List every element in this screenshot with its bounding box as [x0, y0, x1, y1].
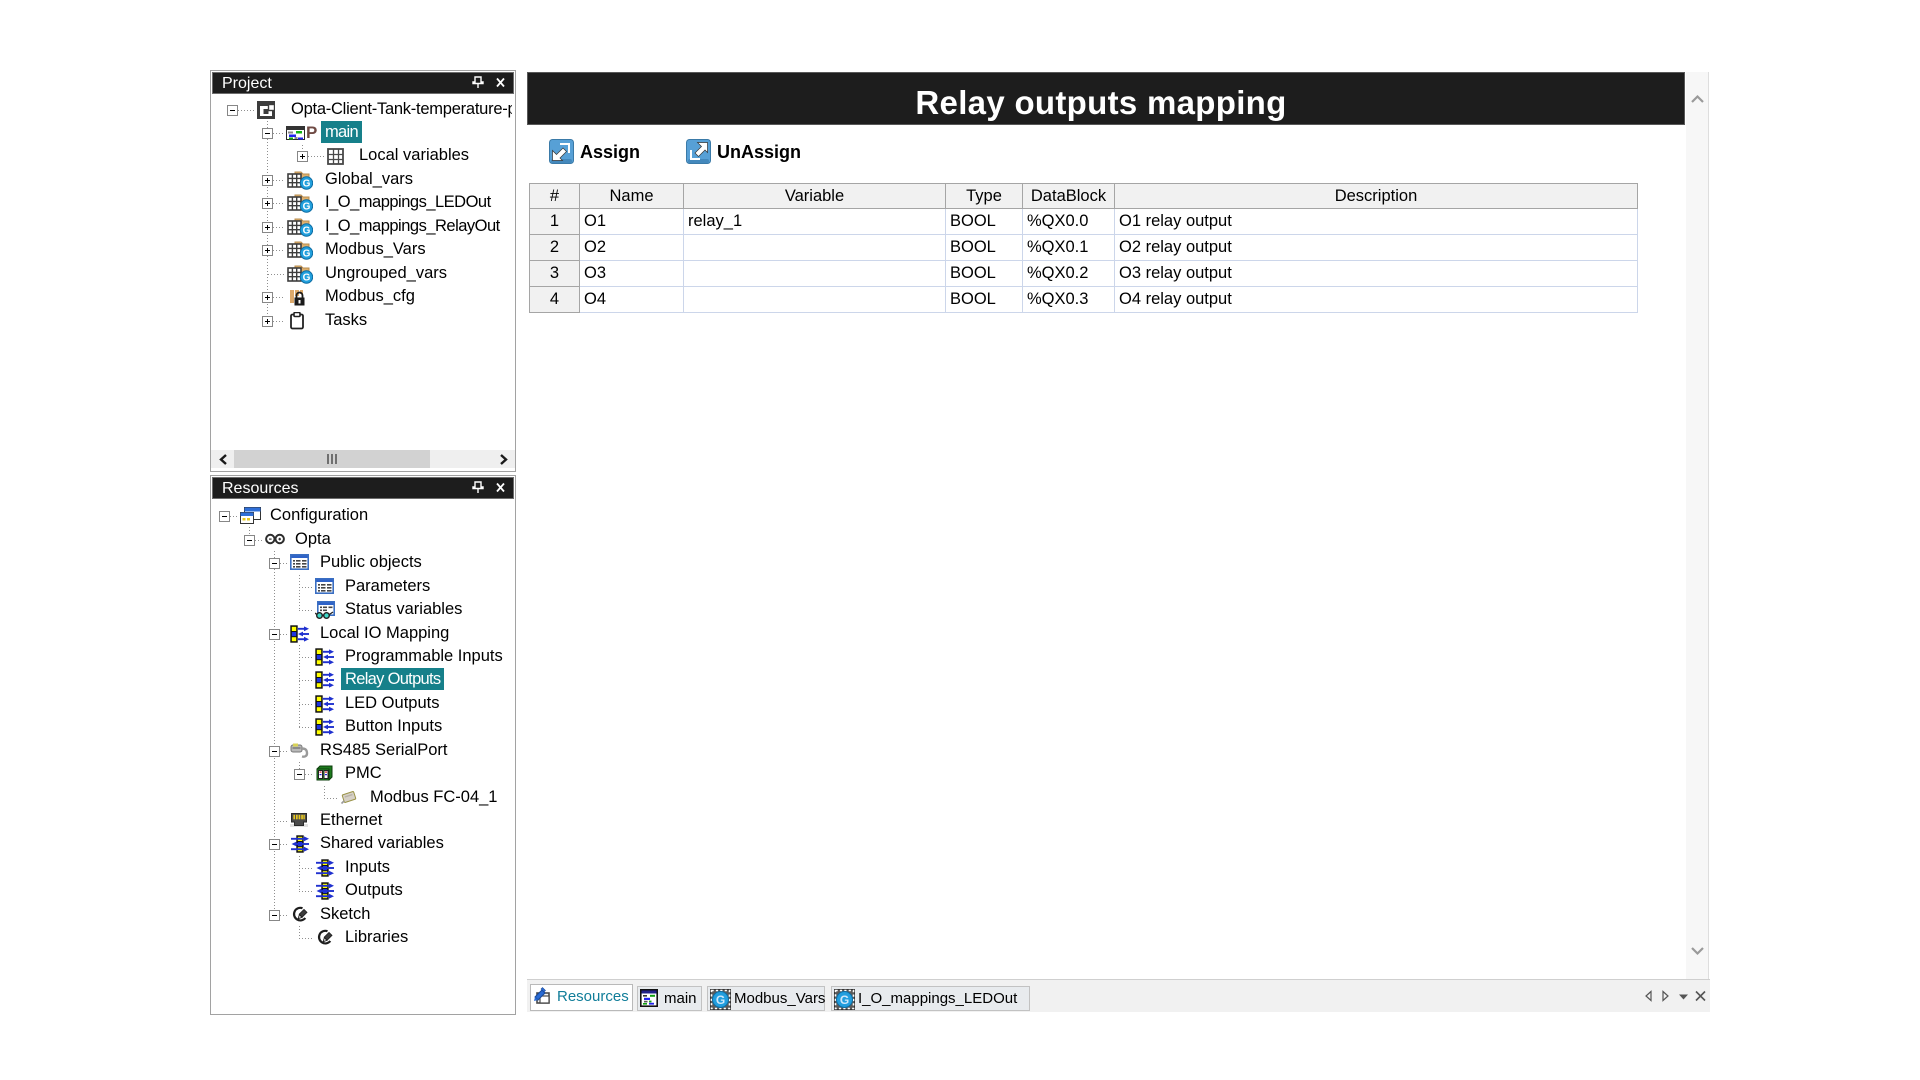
svg-text:G: G — [303, 179, 311, 190]
svg-text:G: G — [303, 226, 311, 237]
svg-text:G: G — [303, 202, 311, 213]
svg-text:G: G — [716, 993, 725, 1007]
svg-text:G: G — [840, 993, 849, 1007]
svg-text:G: G — [303, 249, 311, 260]
svg-text:G: G — [303, 273, 311, 284]
